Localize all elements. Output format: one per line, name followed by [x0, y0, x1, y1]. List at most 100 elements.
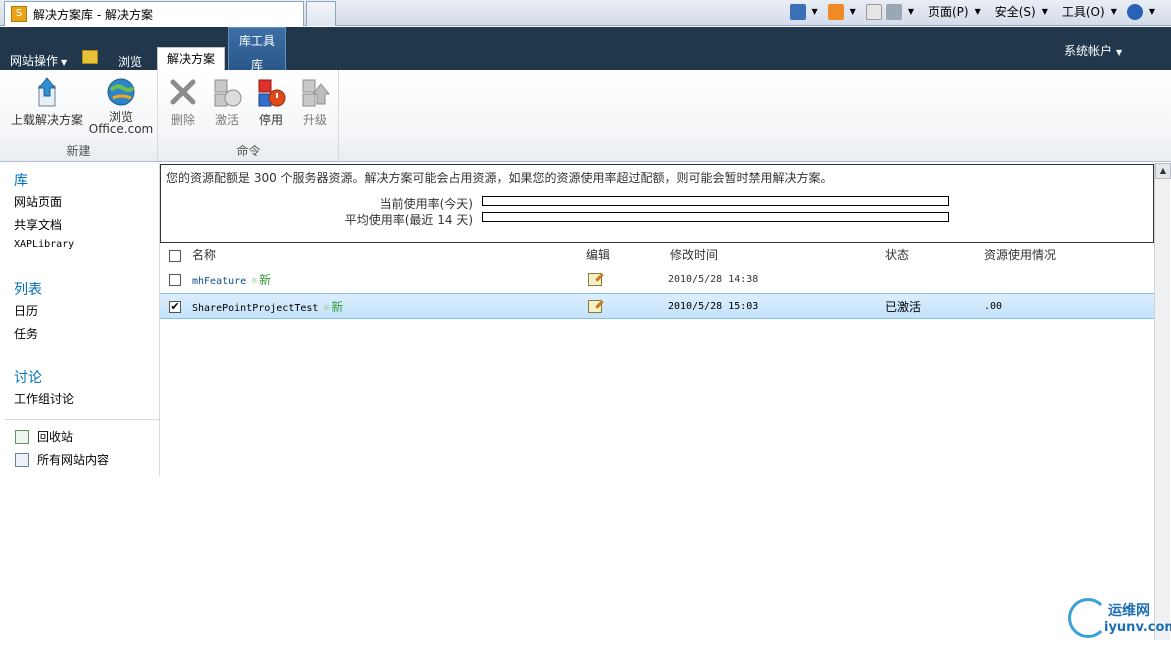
resource-quota-box: 您的资源配额是 300 个服务器资源。解决方案可能会占用资源，如果您的资源使用率… [160, 164, 1154, 243]
delete-button[interactable]: 删除 [163, 76, 203, 128]
office-globe-icon [105, 76, 137, 108]
new-badge: ☼新 [250, 273, 271, 287]
average-usage-label: 平均使用率(最近 14 天) [344, 213, 473, 227]
user-menu[interactable]: 系统帐户 ▼ [1064, 42, 1122, 59]
row-checkbox-checked[interactable]: ✔ [169, 301, 181, 313]
tab-solutions[interactable]: 解决方案 [157, 47, 225, 70]
page-menu[interactable]: 页面(P) [928, 3, 969, 20]
current-usage-bar [482, 196, 949, 206]
new-star-icon: ☼ [250, 276, 259, 287]
column-header-name[interactable]: 名称 [192, 243, 216, 267]
browser-tab-bar: S 解决方案库 - 解决方案 ▼ ▼ ▼ 页面(P) ▼ 安全(S) ▼ 工具(O)… [0, 0, 1171, 26]
ribbon: 上载解决方案 浏览 Office.com 新建 删除 激活 停用 升级 命令 [0, 70, 1171, 162]
help-icon[interactable] [1126, 3, 1143, 20]
all-site-content-label: 所有网站内容 [37, 453, 110, 467]
nav-item-site-pages[interactable]: 网站页面 [14, 193, 159, 210]
solutions-table: 名称 编辑 修改时间 状态 资源使用情况 mhFeature ☼新 2010/5… [160, 243, 1154, 319]
site-actions-label: 网站操作 [10, 54, 59, 68]
user-menu-caret-icon: ▼ [1116, 48, 1123, 57]
safety-menu-dropdown-icon[interactable]: ▼ [1042, 7, 1048, 16]
tools-menu[interactable]: 工具(O) [1062, 3, 1105, 20]
feed-dropdown-icon[interactable]: ▼ [850, 7, 856, 16]
sharepoint-favicon-icon: S [11, 6, 27, 22]
ribbon-group-commands: 删除 激活 停用 升级 命令 [159, 70, 339, 161]
row-checkbox[interactable] [169, 274, 181, 286]
home-dropdown-icon[interactable]: ▼ [812, 7, 818, 16]
edit-properties-icon[interactable] [588, 273, 602, 286]
nav-item-team-discussion[interactable]: 工作组讨论 [14, 390, 159, 407]
solution-name-link[interactable]: SharePointProjectTest [192, 303, 318, 314]
quick-launch: 库 网站页面 共享文档 XAPLibrary 列表 日历 任务 讨论 工作组讨论… [5, 163, 160, 476]
tab-browse[interactable]: 浏览 [118, 53, 142, 70]
browser-tab-title: 解决方案库 - 解决方案 [33, 7, 153, 22]
print-dropdown-icon[interactable]: ▼ [908, 7, 914, 16]
usage-cell: .00 [984, 301, 1003, 312]
activate-button[interactable]: 激活 [207, 76, 247, 128]
solution-name-link[interactable]: mhFeature [192, 276, 246, 287]
activate-icon [211, 76, 243, 108]
nav-bottom-links: 回收站 所有网站内容 [5, 419, 160, 474]
solution-name-cell: SharePointProjectTest ☼新 [192, 294, 343, 322]
safety-menu[interactable]: 安全(S) [995, 3, 1036, 20]
print-icon[interactable] [885, 3, 902, 20]
nav-item-shared-documents[interactable]: 共享文档 [14, 216, 159, 233]
site-actions-caret-icon: ▼ [61, 58, 68, 67]
current-usage-label: 当前使用率(今天) [379, 197, 473, 211]
quota-message: 您的资源配额是 300 个服务器资源。解决方案可能会占用资源，如果您的资源使用率… [166, 171, 833, 185]
delete-x-icon [167, 76, 199, 108]
browse-label-line2: Office.com [88, 122, 154, 136]
column-header-status[interactable]: 状态 [885, 243, 909, 267]
table-row-selected[interactable]: ✔ SharePointProjectTest ☼新 2010/5/28 15:… [160, 293, 1154, 319]
watermark-ring-icon [1068, 598, 1108, 638]
ribbon-group-new: 上载解决方案 浏览 Office.com 新建 [0, 70, 158, 161]
upload-solution-button[interactable]: 上载解决方案 [8, 76, 86, 128]
average-usage-bar [482, 212, 949, 222]
new-tab-button[interactable] [306, 1, 336, 26]
browse-office-com-button[interactable]: 浏览 Office.com [88, 76, 154, 135]
help-dropdown-icon[interactable]: ▼ [1149, 7, 1155, 16]
all-site-content-link[interactable]: 所有网站内容 [15, 451, 160, 468]
nav-heading-libraries[interactable]: 库 [14, 170, 159, 190]
site-watermark-logo: 运维网 iyunv.com [1066, 596, 1171, 640]
activate-label: 激活 [214, 113, 239, 127]
navigate-up-icon[interactable] [82, 50, 98, 64]
library-tools-context-group: 库工具 库 [228, 27, 286, 72]
user-name: 系统帐户 [1064, 44, 1113, 58]
browser-command-bar: ▼ ▼ ▼ 页面(P) ▼ 安全(S) ▼ 工具(O) ▼ ▼ [789, 3, 1162, 20]
column-header-edit: 编辑 [586, 248, 611, 262]
nav-item-tasks[interactable]: 任务 [14, 325, 159, 342]
status-cell: 已激活 [885, 300, 922, 314]
upgrade-button[interactable]: 升级 [295, 76, 335, 128]
site-actions-menu[interactable]: 网站操作 ▼ [10, 52, 67, 69]
table-header-row: 名称 编辑 修改时间 状态 资源使用情况 [160, 243, 1154, 267]
recycle-bin-label: 回收站 [37, 430, 74, 444]
table-row[interactable]: mhFeature ☼新 2010/5/28 14:38 [160, 267, 1154, 293]
recycle-bin-link[interactable]: 回收站 [15, 428, 160, 445]
new-badge: ☼新 [322, 300, 343, 314]
nav-item-calendar[interactable]: 日历 [14, 302, 159, 319]
nav-heading-lists[interactable]: 列表 [14, 279, 159, 299]
sharepoint-top-bar: 网站操作 ▼ 浏览 解决方案 库工具 库 系统帐户 ▼ [0, 27, 1171, 72]
column-header-usage[interactable]: 资源使用情况 [984, 243, 1056, 267]
vertical-scrollbar[interactable]: ▲ [1154, 163, 1171, 640]
scroll-up-arrow-icon[interactable]: ▲ [1155, 163, 1171, 179]
deactivate-label: 停用 [258, 113, 283, 127]
nav-heading-discussions[interactable]: 讨论 [14, 367, 159, 387]
home-icon[interactable] [789, 3, 806, 20]
upgrade-icon [299, 76, 331, 108]
recycle-bin-icon [15, 429, 29, 444]
watermark-line2: iyunv.com [1104, 620, 1171, 635]
edit-properties-icon[interactable] [588, 300, 602, 313]
solution-name-cell: mhFeature ☼新 [192, 267, 271, 295]
new-badge-label: 新 [258, 273, 271, 287]
mail-icon[interactable] [865, 3, 882, 20]
nav-item-xaplibrary[interactable]: XAPLibrary [14, 239, 159, 250]
column-header-modified[interactable]: 修改时间 [670, 243, 718, 267]
page-menu-dropdown-icon[interactable]: ▼ [975, 7, 981, 16]
new-badge-label: 新 [331, 300, 344, 314]
deactivate-button[interactable]: 停用 [251, 76, 291, 128]
tools-menu-dropdown-icon[interactable]: ▼ [1111, 7, 1117, 16]
select-all-checkbox[interactable] [169, 250, 181, 262]
browser-tab[interactable]: S 解决方案库 - 解决方案 [4, 1, 304, 26]
rss-feed-icon[interactable] [827, 3, 844, 20]
